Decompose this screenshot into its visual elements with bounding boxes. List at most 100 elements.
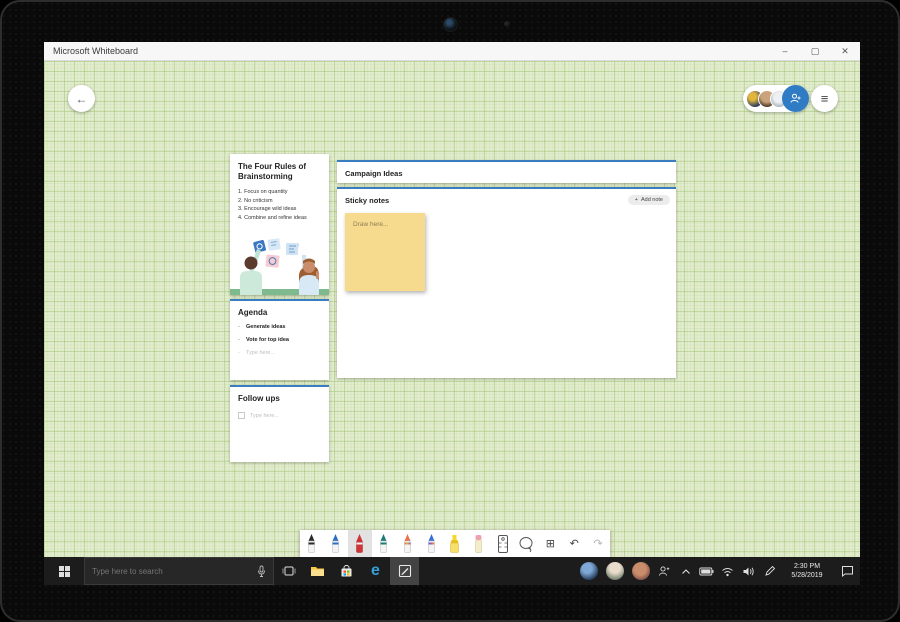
pen-galaxy-icon [425,533,438,554]
menu-button[interactable]: ≡ [811,85,838,112]
window-title: Microsoft Whiteboard [44,46,138,56]
wifi-icon [721,566,734,577]
window-controls: – ▢ ✕ [770,42,860,60]
task-view-icon [282,565,296,577]
card-sticky-notes[interactable]: Sticky notes + Add note Draw here... [337,187,676,378]
notification-icon [841,565,854,577]
chevron-up-icon [681,568,691,575]
card-agenda[interactable]: Agenda - Generate ideas - Vote for top i… [230,299,329,380]
sticky-notes-header: Sticky notes + Add note [337,189,676,205]
people-icon [658,565,671,577]
lasso-icon [518,535,535,553]
file-explorer-button[interactable] [303,557,332,585]
pen-red-icon [353,533,366,554]
windows-ink-workspace-button[interactable] [759,557,780,585]
tool-highlighter[interactable] [443,530,467,557]
agenda-item: - Generate ideas [230,324,329,330]
tool-pen-orange[interactable] [395,530,419,557]
add-note-button[interactable]: + Add note [628,195,670,205]
pen-black-icon [305,533,318,554]
pen-orange-icon [401,533,414,554]
taskbar-contact-avatar[interactable] [580,562,598,580]
person-add-icon [789,92,802,105]
bullet: - [238,324,246,330]
whiteboard-app-button[interactable] [390,557,419,585]
windows-logo-icon [59,566,70,577]
tool-pen-blue[interactable] [324,530,348,557]
taskbar-contact-avatar[interactable] [606,562,624,580]
participant-avatars [743,90,782,108]
speaker-icon [742,566,755,577]
checkbox[interactable] [238,412,245,419]
rule-item: 3. Encourage wild ideas [238,205,321,214]
store-icon [340,565,353,578]
search-input[interactable] [92,567,257,576]
ink-pen-icon [764,565,776,577]
taskbar-search[interactable] [84,557,274,585]
back-button[interactable]: ← [68,85,95,112]
tool-redo[interactable]: ↷ [586,530,610,557]
microphone-icon[interactable] [257,565,266,578]
card-title: The Four Rules of Brainstorming [230,154,329,181]
undo-icon: ↶ [570,537,579,550]
card-title: Agenda [230,301,329,317]
battery-status[interactable] [696,557,717,585]
presence-pill[interactable] [743,85,809,112]
clock-date: 5/28/2019 [780,571,834,580]
tool-pen-red[interactable] [348,530,372,557]
tool-ruler[interactable] [491,530,515,557]
tool-pen-black[interactable] [300,530,324,557]
show-hidden-icons-button[interactable] [675,557,696,585]
minimize-button[interactable]: – [770,42,800,60]
folder-icon [310,565,325,577]
card-follow-ups[interactable]: Follow ups Type here... [230,385,329,462]
volume-control[interactable] [738,557,759,585]
taskbar-clock[interactable]: 2:30 PM 5/28/2019 [780,562,834,580]
screen: Microsoft Whiteboard – ▢ ✕ ← [44,42,860,585]
start-button[interactable] [44,557,84,585]
bullet: - [238,337,246,343]
brainstorming-illustration [230,233,329,295]
plus-icon: + [635,197,638,203]
whiteboard-canvas[interactable]: ← ≡ [44,61,860,557]
window-titlebar: Microsoft Whiteboard – ▢ ✕ [44,42,860,61]
close-button[interactable]: ✕ [830,42,860,60]
tool-pen-teal[interactable] [372,530,396,557]
agenda-item: - Vote for top idea [230,337,329,343]
network-status[interactable] [717,557,738,585]
invite-button[interactable] [782,85,809,112]
back-arrow-icon: ← [76,92,88,106]
tablet-device: Microsoft Whiteboard – ▢ ✕ ← [0,0,900,622]
edge-button[interactable]: e [361,557,390,585]
light-sensor [504,21,510,27]
tool-eraser[interactable] [467,530,491,557]
agenda-input[interactable]: - Type here... [230,350,329,356]
highlighter-icon [448,533,461,554]
tool-insert-grid[interactable]: ⊞ [538,530,562,557]
redo-icon: ↷ [593,537,602,550]
hamburger-icon: ≡ [821,91,829,106]
card-four-rules[interactable]: The Four Rules of Brainstorming 1. Focus… [230,154,329,295]
eraser-icon [472,533,485,554]
action-center-button[interactable] [834,557,860,585]
follow-up-input[interactable]: Type here... [230,412,329,419]
people-bar-button[interactable] [654,557,675,585]
tool-pen-galaxy[interactable] [419,530,443,557]
pen-toolbar: ⊞ ↶ ↷ [300,530,610,557]
tool-lasso-select[interactable] [515,530,539,557]
rule-item: 1. Focus on quantity [238,188,321,197]
task-view-button[interactable] [274,557,303,585]
card-title: Campaign Ideas [337,162,676,178]
tool-undo[interactable]: ↶ [562,530,586,557]
insert-grid-icon: ⊞ [546,537,555,550]
rule-item: 4. Combine and refine ideas [238,214,321,223]
rule-item: 2. No criticism [238,197,321,206]
pen-teal-icon [377,533,390,554]
clock-time: 2:30 PM [780,562,834,571]
sticky-note[interactable]: Draw here... [345,213,425,291]
card-campaign-ideas[interactable]: Campaign Ideas [337,160,676,183]
maximize-button[interactable]: ▢ [800,42,830,60]
microsoft-store-button[interactable] [332,557,361,585]
edge-icon: e [371,563,380,579]
taskbar-contact-avatar[interactable] [632,562,650,580]
